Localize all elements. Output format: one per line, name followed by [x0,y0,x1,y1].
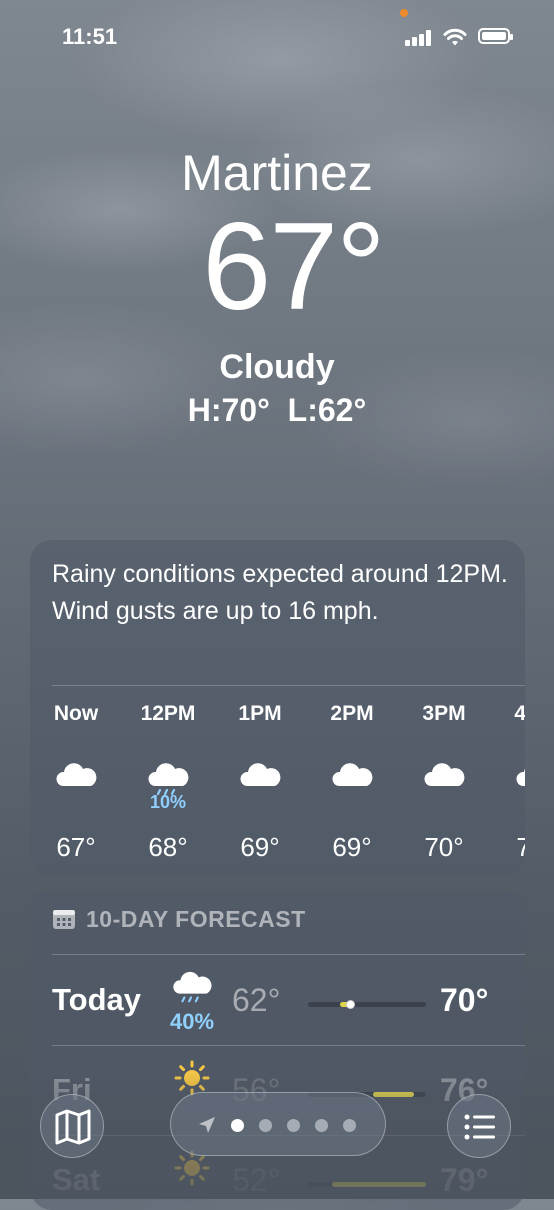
list-icon [464,1114,495,1140]
status-bar: 11:51 [0,0,554,70]
calendar-icon [53,910,75,929]
page-dot [231,1119,244,1132]
high-low: H:70° L:62° [187,392,367,428]
hour-label: 2PM [330,702,374,725]
page-dot [259,1119,272,1132]
current-temperature: 67° [202,198,386,336]
precip-chance: 40% [169,1009,215,1034]
hour-temp: 69° [240,832,280,862]
cloud-icon [332,763,373,786]
hour-temp: 67° [56,832,96,862]
map-icon [55,1109,91,1145]
hour-temp: 69° [332,832,372,862]
hour-column: 2PM 69° [312,702,392,862]
location-arrow-icon [199,1117,215,1133]
cloud-icon [516,768,525,786]
hour-label: 1PM [238,702,282,725]
hour-label: 3PM [422,702,466,725]
location-list-button[interactable] [447,1094,511,1158]
page-dot [315,1119,328,1132]
weather-summary: Rainy conditions expected around 12PM. W… [52,560,508,625]
hour-temp: 70° [424,832,464,862]
hour-temp: 68° [148,832,188,862]
forecast-low: 62° [232,982,281,1018]
forecast-day: Today [52,982,141,1017]
location-pager[interactable] [170,1092,386,1156]
hour-column: 3PM 70° [404,702,484,862]
forecast-high: 70° [440,982,489,1018]
current-condition: Cloudy [219,348,335,386]
city-name: Martinez [181,145,373,201]
battery-icon [478,28,513,44]
cloud-rain-icon [148,763,189,796]
hour-label: 4PM [514,702,525,725]
hour-column: 4PM 70° [496,702,525,862]
hour-column: 12PM 10% 68° [128,702,208,862]
map-button[interactable] [40,1094,104,1158]
forecast-header-label: 10-DAY FORECAST [86,906,306,932]
page-dot [287,1119,300,1132]
card-divider [52,685,525,686]
card-divider [52,954,525,955]
hour-column: 1PM 69° [220,702,300,862]
precip-chance: 10% [149,792,187,812]
current-temp-marker [345,1000,355,1009]
hour-label: 12PM [140,702,196,725]
hour-temp: 70° [516,832,525,862]
cloud-icon [424,763,465,786]
forecast-header: 10-DAY FORECAST [52,906,306,933]
cellular-signal-icon [405,30,433,46]
cloud-rain-icon [173,971,212,1003]
hourly-forecast-card[interactable]: Rainy conditions expected around 12PM. W… [30,540,525,875]
wifi-icon [443,28,467,46]
temp-range-bar [308,1000,426,1009]
hour-column: Now 67° [36,702,116,862]
forecast-row[interactable]: Today 40% 62° 70° [30,956,525,1046]
cloud-icon [240,763,281,786]
hour-label: Now [53,702,99,725]
cloud-icon [56,763,97,786]
status-time: 11:51 [62,24,118,49]
privacy-indicator-icon [400,9,408,17]
page-dot [343,1119,356,1132]
